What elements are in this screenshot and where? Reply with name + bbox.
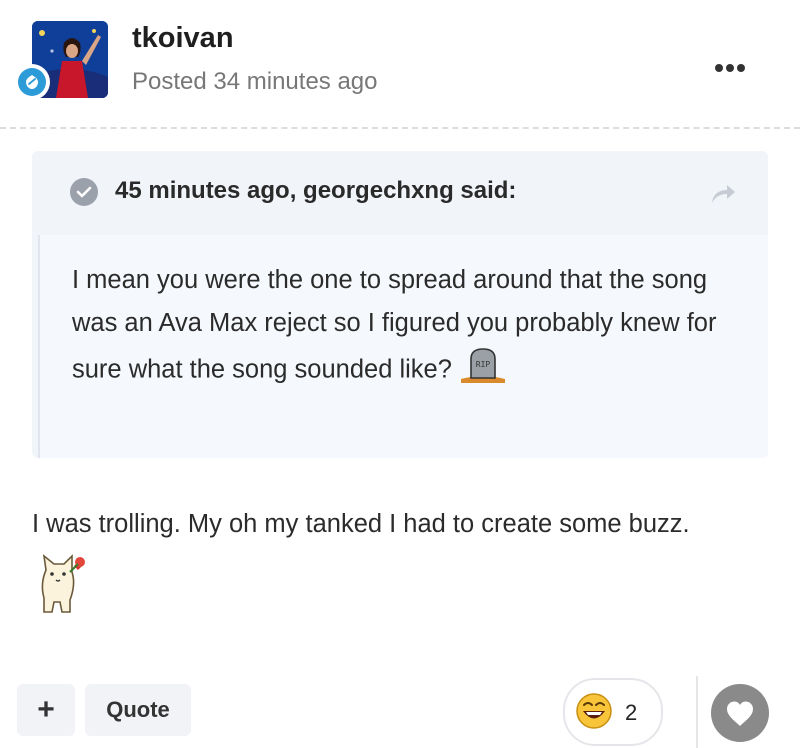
check-circle-icon[interactable] bbox=[70, 178, 98, 206]
quote-text-content: I mean you were the one to spread around… bbox=[72, 266, 717, 384]
post-timestamp: Posted 34 minutes ago bbox=[132, 68, 378, 95]
quote-body: I mean you were the one to spread around… bbox=[38, 235, 768, 458]
quote-block: 45 minutes ago, georgechxng said: I mean… bbox=[32, 151, 768, 458]
member-badge-icon bbox=[14, 64, 50, 100]
reaction-summary[interactable]: 2 bbox=[563, 678, 663, 746]
add-button[interactable]: + bbox=[17, 684, 75, 736]
heart-icon[interactable] bbox=[711, 684, 769, 742]
forum-post: tkoivan Posted 34 minutes ago 45 minutes… bbox=[0, 0, 800, 748]
more-options-icon[interactable] bbox=[712, 56, 748, 80]
quote-button[interactable]: Quote bbox=[85, 684, 191, 736]
post-body-text: I was trolling. My oh my tanked I had to… bbox=[32, 510, 690, 538]
quote-citation[interactable]: 45 minutes ago, georgechxng said: bbox=[115, 177, 516, 205]
footer-separator bbox=[696, 676, 698, 748]
post-body: I was trolling. My oh my tanked I had to… bbox=[32, 498, 732, 634]
svg-text:RIP: RIP bbox=[476, 360, 491, 369]
quote-text: I mean you were the one to spread around… bbox=[72, 259, 744, 397]
cat-flower-emoji bbox=[32, 550, 90, 634]
quote-header: 45 minutes ago, georgechxng said: bbox=[32, 151, 768, 235]
reaction-count: 2 bbox=[625, 700, 638, 725]
header-divider bbox=[0, 127, 800, 129]
share-arrow-icon[interactable] bbox=[708, 181, 738, 207]
tombstone-rip-emoji: RIP bbox=[459, 345, 507, 397]
username[interactable]: tkoivan bbox=[132, 22, 234, 55]
laughing-face-icon bbox=[576, 693, 612, 729]
